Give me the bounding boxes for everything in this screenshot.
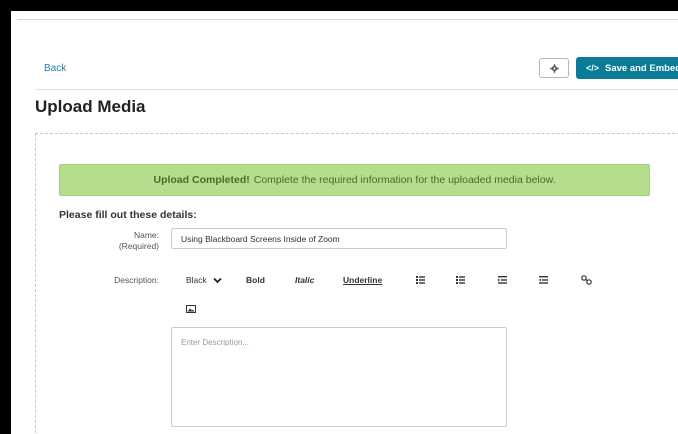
back-link[interactable]: Back xyxy=(44,63,66,74)
gear-icon xyxy=(549,63,559,73)
name-label-group: Name: (Required) xyxy=(101,230,159,252)
text-color-value: Black xyxy=(186,275,207,285)
numbered-list-icon[interactable] xyxy=(456,276,465,284)
name-required-label: (Required) xyxy=(118,241,159,251)
description-field[interactable]: Enter Description... xyxy=(171,327,507,427)
outdent-icon[interactable] xyxy=(539,276,548,284)
bulleted-list-icon[interactable] xyxy=(416,276,425,284)
image-icon[interactable] xyxy=(186,305,196,313)
divider xyxy=(35,89,678,90)
name-label: Name: xyxy=(133,230,159,240)
alert-text: Complete the required information for th… xyxy=(253,174,556,186)
underline-button[interactable]: Underline xyxy=(343,275,382,285)
form-heading: Please fill out these details: xyxy=(59,209,197,221)
page-title: Upload Media xyxy=(35,97,146,116)
settings-button[interactable] xyxy=(539,58,569,78)
description-label: Description: xyxy=(114,275,159,285)
chevron-down-icon xyxy=(213,277,222,283)
save-and-embed-label: Save and Embed xyxy=(605,62,678,74)
name-field[interactable]: Using Blackboard Screens Inside of Zoom xyxy=(171,228,507,249)
top-bar xyxy=(17,11,678,20)
italic-button[interactable]: Italic xyxy=(295,275,314,285)
indent-icon[interactable] xyxy=(498,276,507,284)
link-icon[interactable] xyxy=(581,275,592,285)
text-color-select[interactable]: Black xyxy=(186,275,222,285)
window: Back </> Save and Embed Upload Media Upl… xyxy=(11,11,678,434)
alert-bold-text: Upload Completed! xyxy=(153,174,250,186)
upload-success-alert: Upload Completed! Complete the required … xyxy=(59,164,650,196)
code-icon: </> xyxy=(586,63,600,73)
bold-button[interactable]: Bold xyxy=(246,275,265,285)
save-and-embed-button[interactable]: </> Save and Embed xyxy=(576,57,678,79)
